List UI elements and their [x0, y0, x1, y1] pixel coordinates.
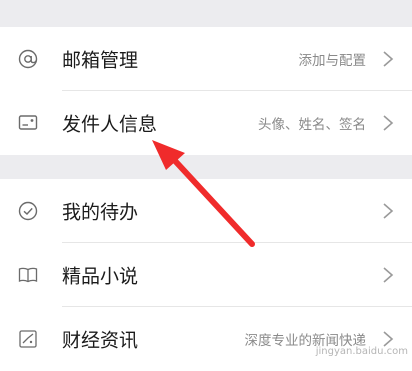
row-label: 邮箱管理 [62, 49, 139, 72]
row-value: 头像、姓名、签名 [258, 117, 366, 133]
premium-novels-row[interactable]: 精品小说 [0, 243, 412, 307]
chevron-right-icon [383, 51, 394, 67]
row-label: 精品小说 [62, 265, 139, 288]
watermark: jingyan.baidu.com [315, 346, 408, 357]
chevron-right-icon [383, 115, 394, 131]
chevron-right-icon [383, 203, 394, 219]
book-icon [18, 265, 38, 285]
check-circle-icon [18, 201, 38, 221]
sender-info-row[interactable]: 发件人信息 头像、姓名、签名 [0, 91, 412, 155]
row-label: 财经资讯 [62, 329, 139, 352]
at-icon [18, 49, 38, 69]
finance-news-row[interactable]: 财经资讯 深度专业的新闻快递 [0, 307, 412, 371]
id-card-icon [18, 113, 38, 133]
mailbox-management-row[interactable]: 邮箱管理 添加与配置 [0, 27, 412, 91]
my-todos-row[interactable]: 我的待办 [0, 179, 412, 243]
row-label: 我的待办 [62, 201, 139, 224]
chart-icon [18, 329, 38, 349]
settings-group-mail: 邮箱管理 添加与配置 发件人信息 头像、姓名、签名 [0, 27, 412, 155]
row-value: 添加与配置 [298, 53, 367, 69]
chevron-right-icon [383, 267, 394, 283]
settings-group-apps: 我的待办 精品小说 财经资讯 深度专业的新闻快递 [0, 179, 412, 371]
row-label: 发件人信息 [62, 113, 158, 136]
